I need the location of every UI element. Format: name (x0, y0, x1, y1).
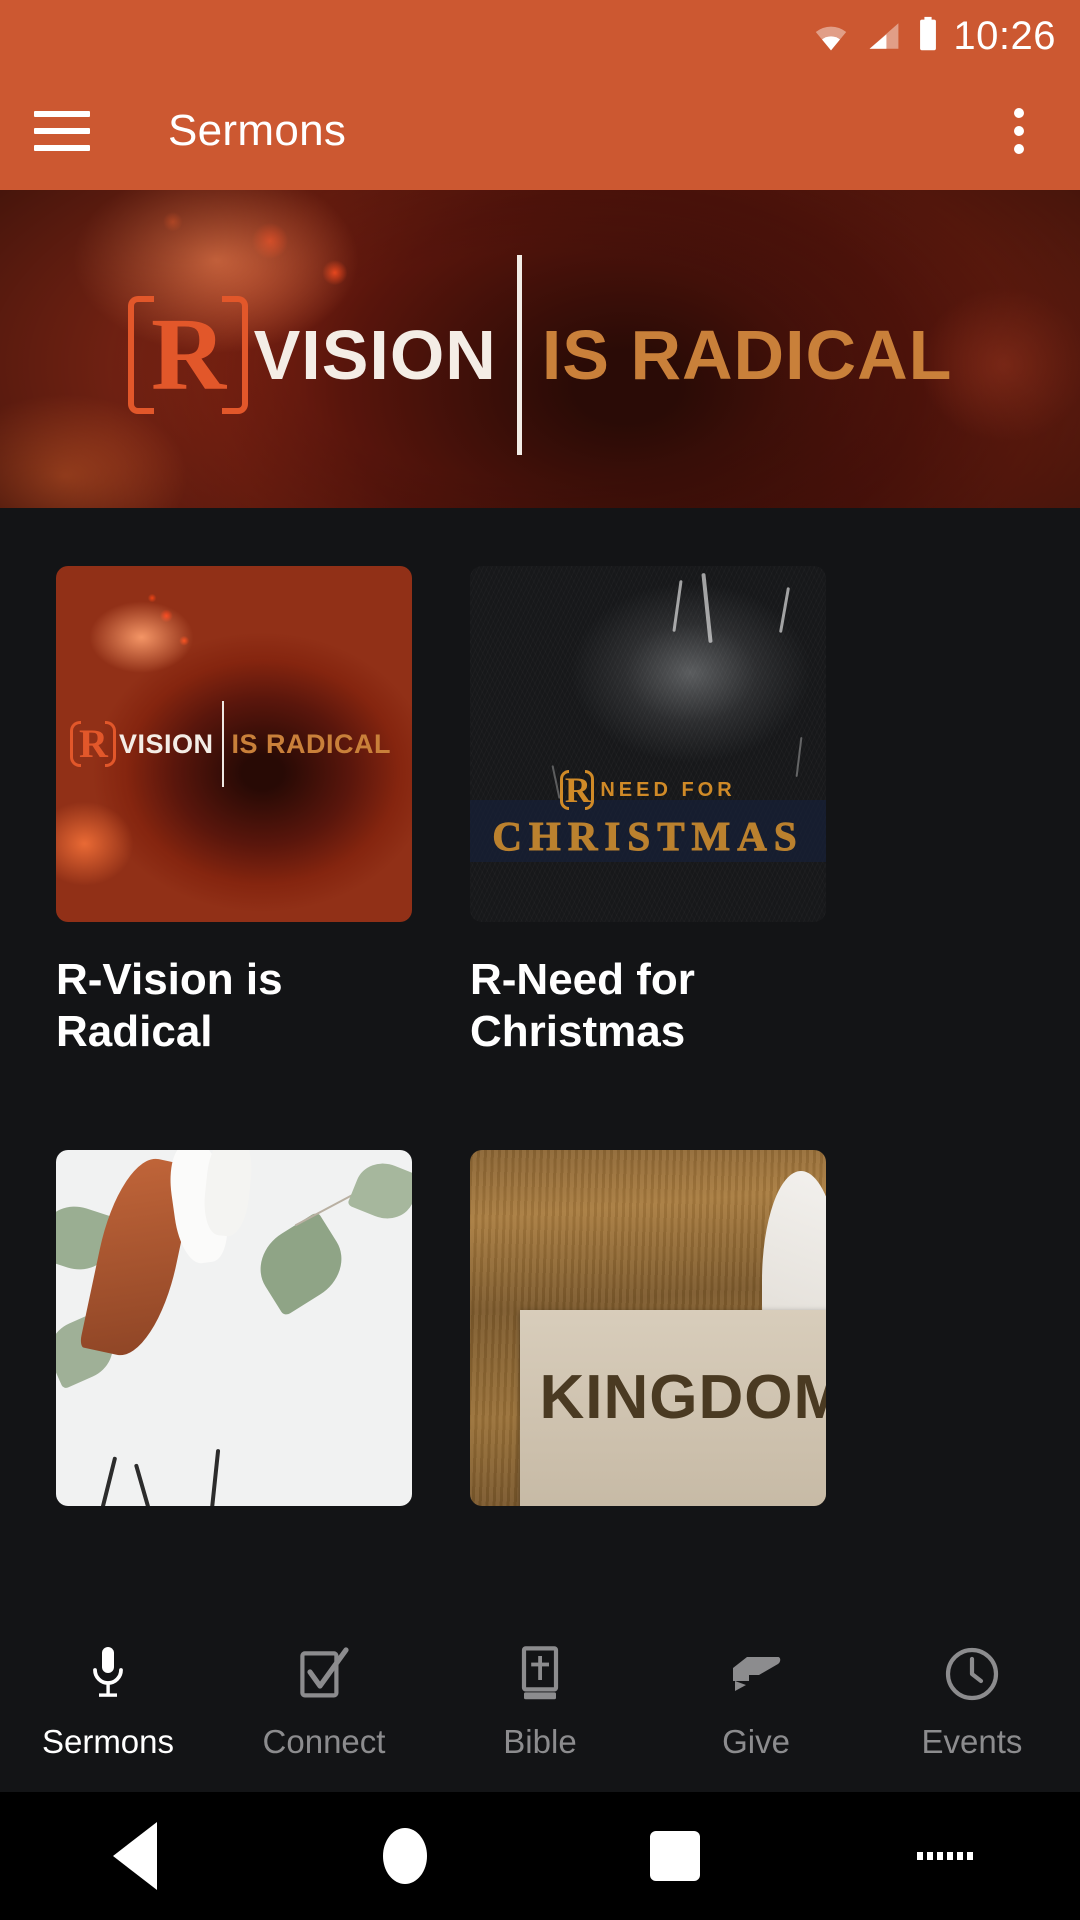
sermon-thumbnail[interactable]: R VISION IS RADICAL (56, 566, 412, 922)
thumb-divider (221, 701, 224, 787)
sermon-card-title: R-Need for Christmas (470, 955, 695, 1056)
phone-screen: 10:26 Sermons R VISION IS RADICAL R VISI… (0, 0, 1080, 1920)
nav-home-button[interactable] (270, 1828, 540, 1884)
sermon-thumbnail[interactable] (56, 1149, 412, 1506)
hamburger-menu-icon[interactable] (34, 111, 90, 151)
r-logo-icon: R (70, 721, 116, 767)
tab-label: Sermons (41, 1723, 175, 1760)
eucalyptus-leaf (347, 1154, 412, 1228)
r-logo-icon: R (560, 770, 595, 810)
sermon-card[interactable] (56, 1149, 412, 1538)
eucalyptus-leaf (246, 1211, 356, 1317)
tab-label: Connect (262, 1723, 386, 1760)
sign-plate: KINGDOM (519, 1310, 826, 1506)
sermon-grid: R VISION IS RADICAL R-Vision is Radical (0, 508, 1080, 1538)
status-bar-clock: 10:26 (953, 14, 1056, 58)
handwriting-stroke (98, 1456, 118, 1506)
keyboard-icon (917, 1852, 973, 1860)
bottom-tab-bar: Sermons Connect Bible Give Events (0, 1612, 1080, 1792)
tab-label: Give (722, 1723, 790, 1760)
handwriting-stroke (209, 1448, 220, 1506)
r-logo-icon: R (127, 296, 248, 415)
sermon-thumbnail[interactable]: KINGDOM (470, 1149, 826, 1506)
nav-back-button[interactable] (0, 1822, 270, 1890)
tab-bible[interactable]: Bible (432, 1643, 648, 1761)
back-triangle-icon (113, 1822, 157, 1890)
giving-hand-icon (729, 1643, 783, 1705)
checkbox-check-icon (298, 1643, 350, 1705)
bible-book-icon (520, 1643, 560, 1705)
thumb-word-secondary: CHRISTMAS (492, 813, 804, 860)
thumbnail-lockup: R VISION IS RADICAL (70, 701, 404, 787)
hero-lockup: R VISION IS RADICAL (0, 255, 1080, 456)
r-logo-letter: R (79, 721, 108, 766)
sermon-card[interactable]: R VISION IS RADICAL R-Vision is Radical (56, 566, 412, 1058)
hero-word-secondary: IS RADICAL (541, 316, 953, 395)
status-bar: 10:26 (0, 0, 1080, 72)
thumb-word-primary: KINGDOM (539, 1363, 826, 1433)
android-navigation-bar (0, 1792, 1080, 1920)
app-bar: Sermons (0, 72, 1080, 190)
sermon-grid-scroll[interactable]: R VISION IS RADICAL R-Vision is Radical (0, 508, 1080, 1604)
microphone-icon (86, 1643, 130, 1705)
tab-events[interactable]: Events (864, 1643, 1080, 1761)
nav-recents-button[interactable] (540, 1831, 810, 1881)
sermon-card-title: R-Vision is Radical (56, 955, 283, 1056)
r-logo-letter: R (151, 297, 226, 413)
cellular-signal-icon (865, 20, 903, 57)
recents-square-icon (650, 1831, 700, 1881)
thumbnail-grain-overlay (470, 566, 826, 922)
thumb-word-primary: NEED FOR (600, 778, 736, 801)
thumbnail-lockup: R NEED FOR CHRISTMAS (470, 770, 826, 860)
clock-icon (944, 1643, 1000, 1705)
hero-banner[interactable]: R VISION IS RADICAL (0, 190, 1080, 508)
thumb-word-primary: VISION (119, 728, 214, 759)
wifi-icon (811, 20, 851, 57)
tab-label: Events (921, 1723, 1023, 1760)
tab-sermons[interactable]: Sermons (0, 1643, 216, 1761)
battery-icon (917, 16, 939, 57)
cotton-boll (200, 1149, 255, 1238)
tab-connect[interactable]: Connect (216, 1643, 432, 1761)
sermon-card[interactable]: R NEED FOR CHRISTMAS R-Need for Christma… (470, 566, 826, 1058)
hero-divider (516, 255, 522, 456)
sermon-card[interactable]: KINGDOM (470, 1149, 826, 1538)
nav-keyboard-button[interactable] (810, 1852, 1080, 1860)
sermon-thumbnail[interactable]: R NEED FOR CHRISTMAS (470, 566, 826, 922)
status-icons (811, 16, 939, 57)
page-title: Sermons (168, 106, 347, 155)
handwriting-stroke (134, 1463, 153, 1506)
hero-word-primary: VISION (253, 316, 497, 395)
tab-label: Bible (503, 1723, 577, 1760)
home-circle-icon (383, 1828, 427, 1884)
overflow-menu-icon[interactable] (992, 104, 1046, 158)
thumb-word-secondary: IS RADICAL (231, 728, 392, 759)
tab-give[interactable]: Give (648, 1643, 864, 1761)
